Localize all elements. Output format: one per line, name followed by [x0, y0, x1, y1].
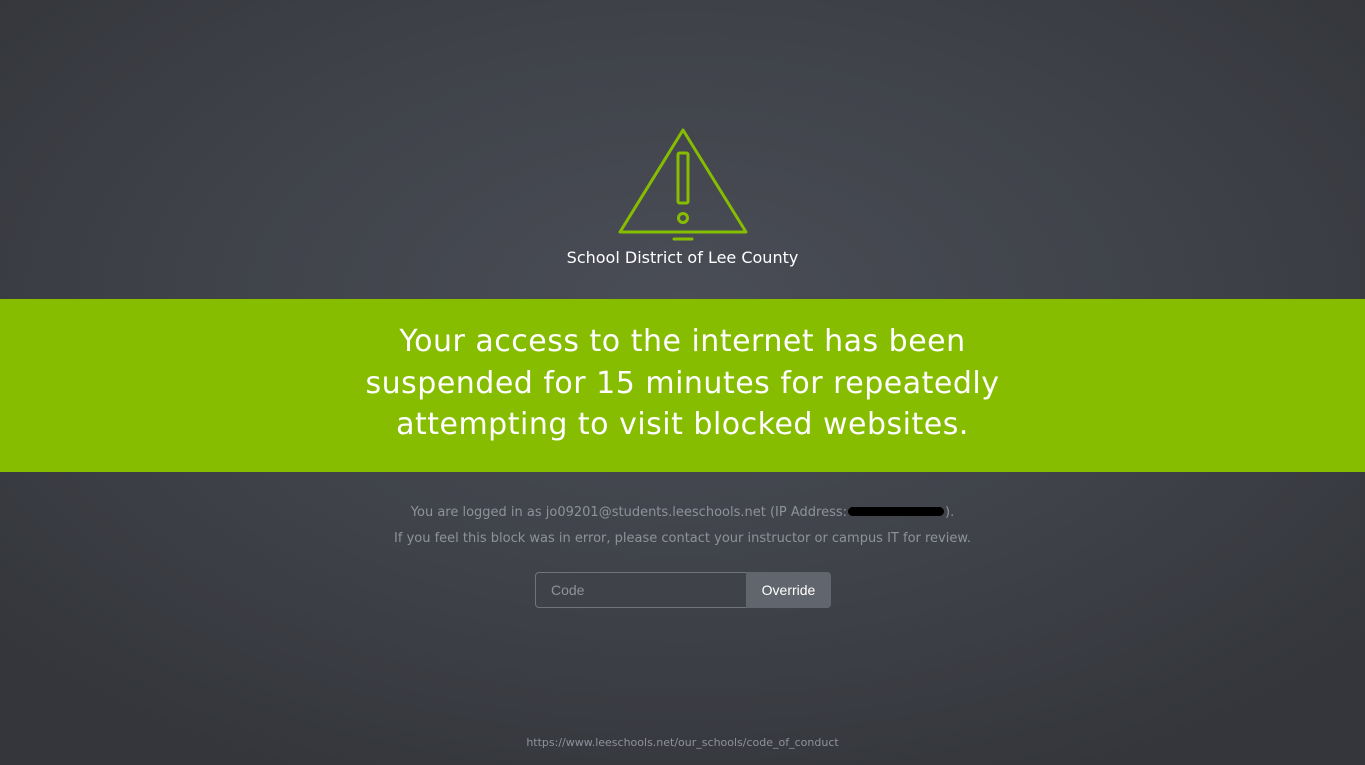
override-button[interactable]: Override — [746, 572, 831, 608]
code-of-conduct-link[interactable]: https://www.leeschools.net/our_schools/c… — [526, 736, 838, 749]
suspension-banner: Your access to the internet has been sus… — [0, 299, 1365, 472]
organization-name: School District of Lee County — [566, 248, 799, 267]
login-info-text: You are logged in as jo09201@students.le… — [410, 505, 847, 520]
override-code-input[interactable] — [535, 572, 746, 608]
warning-triangle-icon — [618, 128, 748, 241]
block-page: School District of Lee County Your acces… — [0, 0, 1365, 765]
login-info: You are logged in as jo09201@students.le… — [0, 504, 1365, 522]
error-review-info: If you feel this block was in error, ple… — [394, 531, 971, 546]
redacted-ip-address — [848, 507, 944, 516]
suspension-message: Your access to the internet has been sus… — [365, 324, 1000, 442]
footer: https://www.leeschools.net/our_schools/c… — [0, 735, 1365, 751]
login-info-suffix: ). — [945, 505, 955, 520]
override-form: Override — [535, 572, 831, 608]
